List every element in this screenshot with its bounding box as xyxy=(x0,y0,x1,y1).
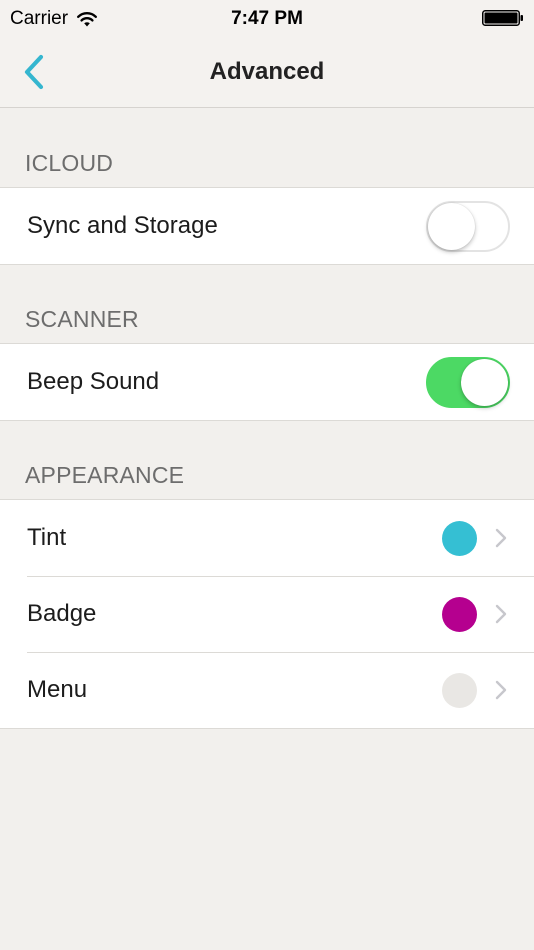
group-icloud: Sync and Storage xyxy=(0,187,534,265)
section-header-icloud: ICLOUD xyxy=(25,150,114,176)
group-appearance: Tint Badge Menu xyxy=(0,499,534,729)
battery-icon xyxy=(482,10,523,26)
page-title: Advanced xyxy=(209,58,325,85)
toggle-knob xyxy=(461,358,508,406)
badge-label: Badge xyxy=(27,600,97,627)
sync-storage-label: Sync and Storage xyxy=(27,212,218,239)
chevron-right-icon xyxy=(495,680,507,700)
tint-label: Tint xyxy=(27,524,67,551)
badge-color-swatch xyxy=(442,596,477,632)
group-scanner: Beep Sound xyxy=(0,343,534,421)
row-badge[interactable]: Badge xyxy=(0,576,534,652)
row-sync-and-storage: Sync and Storage xyxy=(0,188,534,264)
status-bar: Carrier 7:47 PM xyxy=(0,0,534,38)
section-header-scanner: SCANNER xyxy=(25,306,139,332)
row-menu[interactable]: Menu xyxy=(0,652,534,728)
menu-color-swatch xyxy=(442,672,477,708)
sync-storage-toggle[interactable] xyxy=(426,200,510,252)
tint-color-swatch xyxy=(442,520,477,556)
navigation-bar: Advanced xyxy=(0,38,534,108)
section-header-appearance: APPEARANCE xyxy=(25,462,185,488)
row-tint[interactable]: Tint xyxy=(0,500,534,576)
status-time: 7:47 PM xyxy=(231,8,303,29)
beep-sound-label: Beep Sound xyxy=(27,368,160,395)
menu-label: Menu xyxy=(27,676,88,703)
chevron-right-icon xyxy=(495,604,507,624)
row-beep-sound: Beep Sound xyxy=(0,344,534,420)
toggle-knob xyxy=(428,202,475,250)
beep-sound-toggle[interactable] xyxy=(426,356,510,408)
chevron-right-icon xyxy=(495,528,507,548)
